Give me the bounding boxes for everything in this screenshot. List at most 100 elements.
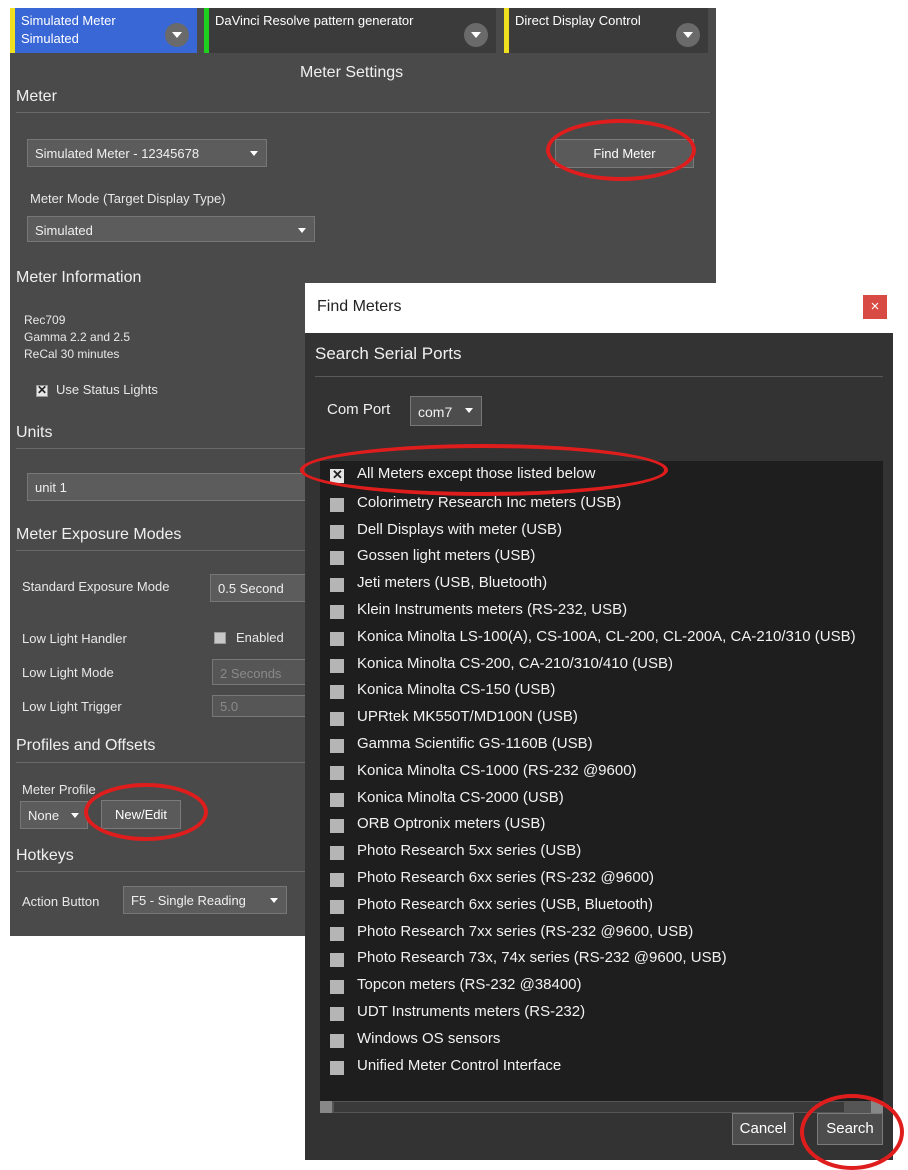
- chevron-down-icon: [465, 408, 473, 413]
- meter-checkbox[interactable]: [330, 953, 344, 968]
- dialog-title: Find Meters: [317, 298, 402, 315]
- meter-select[interactable]: Simulated Meter - 12345678: [27, 139, 267, 167]
- meter-type-list[interactable]: All Meters except those listed below Colo…: [320, 461, 883, 1101]
- meter-label: Konica Minolta CS-150 (USB): [357, 681, 556, 699]
- close-icon[interactable]: ×: [863, 295, 887, 319]
- meter-label: Photo Research 6xx series (RS-232 @9600): [357, 869, 655, 886]
- meter-checkbox[interactable]: [330, 551, 344, 566]
- meter-checkbox[interactable]: [330, 765, 344, 780]
- page-title: Meter Settings: [300, 64, 404, 81]
- find-meter-button[interactable]: Find Meter: [555, 139, 694, 168]
- tab-label: Direct Display Control: [515, 13, 641, 28]
- low-light-trigger-input[interactable]: 5.0: [212, 695, 306, 717]
- meter-label: Dell Displays with meter (USB): [357, 520, 563, 538]
- scroll-left-arrow-icon[interactable]: [320, 1101, 332, 1113]
- meter-checkbox[interactable]: [330, 899, 344, 914]
- meter-label: All Meters except those listed below: [357, 465, 596, 482]
- meter-checkbox[interactable]: [330, 1007, 344, 1021]
- meter-label: ORB Optronix meters (USB): [357, 815, 546, 833]
- low-light-trigger-label: Low Light Trigger: [22, 699, 122, 714]
- divider: [16, 762, 306, 763]
- chevron-down-icon: [270, 898, 278, 903]
- meter-checkbox[interactable]: [330, 524, 344, 539]
- divider: [16, 112, 710, 113]
- meter-mode-label: Meter Mode (Target Display Type): [30, 191, 226, 206]
- chevron-down-icon[interactable]: [464, 23, 488, 47]
- meter-checkbox[interactable]: [330, 631, 344, 646]
- tab-label: Simulated Meter Simulated: [21, 13, 116, 46]
- unit-select[interactable]: unit 1: [27, 473, 307, 501]
- meter-label: Photo Research 7xx series (RS-232 @9600,…: [357, 922, 694, 940]
- meter-label: Konica Minolta CS-200, CA-210/310/410 (U…: [357, 654, 673, 672]
- section-hotkeys: Hotkeys: [16, 847, 74, 864]
- meter-checkbox[interactable]: [330, 467, 344, 483]
- meter-checkbox[interactable]: [330, 739, 344, 753]
- meter-label: Photo Research 6xx series (USB, Bluetoot…: [357, 895, 653, 913]
- tab-label: DaVinci Resolve pattern generator: [215, 13, 414, 28]
- info-line: Rec709: [24, 313, 66, 327]
- meter-checkbox[interactable]: [330, 605, 344, 619]
- tab-davinci-resolve[interactable]: DaVinci Resolve pattern generator: [204, 8, 496, 53]
- meter-checkbox[interactable]: [330, 792, 344, 807]
- chevron-down-icon[interactable]: [676, 23, 700, 47]
- low-light-mode-label: Low Light Mode: [22, 665, 114, 680]
- status-lights-label: Use Status Lights: [56, 382, 158, 397]
- section-meter-information: Meter Information: [16, 269, 142, 286]
- enabled-label: Enabled: [236, 630, 284, 645]
- info-line: ReCal 30 minutes: [24, 347, 120, 361]
- scroll-right-arrow-icon[interactable]: [871, 1101, 883, 1113]
- find-meters-dialog: Find Meters × Search Serial Ports Com Po…: [305, 283, 893, 1160]
- tab-simulated-meter[interactable]: Simulated Meter Simulated: [10, 8, 197, 53]
- meter-label: UPRtek MK550T/MD100N (USB): [357, 708, 578, 726]
- action-button-label: Action Button: [22, 894, 100, 909]
- meter-label: Klein Instruments meters (RS-232, USB): [357, 601, 628, 618]
- meter-checkbox[interactable]: [330, 980, 344, 995]
- cancel-button[interactable]: Cancel: [732, 1113, 794, 1145]
- section-units: Units: [16, 424, 53, 441]
- meter-label: Konica Minolta CS-2000 (USB): [357, 788, 564, 806]
- action-button-select[interactable]: F5 - Single Reading: [123, 886, 287, 914]
- com-port-select[interactable]: com7: [410, 396, 482, 426]
- enabled-checkbox[interactable]: [214, 632, 226, 644]
- tab-direct-display-control[interactable]: Direct Display Control: [504, 8, 708, 53]
- meter-checkbox[interactable]: [330, 578, 344, 593]
- meter-checkbox[interactable]: [330, 685, 344, 700]
- meter-checkbox[interactable]: [330, 712, 344, 727]
- std-exposure-select[interactable]: 0.5 Second: [210, 574, 306, 602]
- info-line: Gamma 2.2 and 2.5: [24, 330, 131, 344]
- chevron-down-icon: [298, 228, 306, 233]
- scrollbar-thumb[interactable]: [334, 1102, 844, 1112]
- meter-label: Colorimetry Research Inc meters (USB): [357, 493, 622, 511]
- chevron-down-icon[interactable]: [165, 23, 189, 47]
- meter-label: Windows OS sensors: [357, 1029, 501, 1047]
- meter-checkbox[interactable]: [330, 1033, 344, 1048]
- divider: [315, 376, 883, 377]
- meter-label: UDT Instruments meters (RS-232): [357, 1003, 586, 1020]
- meter-checkbox[interactable]: [330, 497, 344, 512]
- status-lights-checkbox[interactable]: [36, 383, 48, 397]
- meter-profile-label: Meter Profile: [22, 782, 96, 797]
- meter-checkbox[interactable]: [330, 1060, 344, 1075]
- chevron-down-icon: [71, 813, 79, 818]
- meter-label: Unified Meter Control Interface: [357, 1056, 562, 1074]
- meter-checkbox[interactable]: [330, 819, 344, 834]
- profile-select[interactable]: None: [20, 801, 88, 829]
- divider: [16, 550, 306, 551]
- divider: [16, 871, 306, 872]
- meter-label: Topcon meters (RS-232 @38400): [357, 976, 582, 994]
- meter-checkbox[interactable]: [330, 926, 344, 941]
- meter-mode-select[interactable]: Simulated: [27, 216, 315, 242]
- divider: [16, 448, 306, 449]
- com-port-label: Com Port: [327, 401, 391, 418]
- section-exposure-modes: Meter Exposure Modes: [16, 526, 182, 543]
- new-edit-button[interactable]: New/Edit: [101, 800, 181, 829]
- horizontal-scrollbar[interactable]: [320, 1101, 883, 1113]
- low-light-handler-label: Low Light Handler: [22, 631, 127, 646]
- std-exposure-label: Standard Exposure Mode: [22, 579, 170, 594]
- meter-checkbox[interactable]: [330, 846, 344, 861]
- meter-label: Konica Minolta CS-1000 (RS-232 @9600): [357, 761, 637, 779]
- meter-checkbox[interactable]: [330, 873, 344, 887]
- search-button[interactable]: Search: [817, 1113, 883, 1145]
- meter-checkbox[interactable]: [330, 658, 344, 673]
- low-light-mode-select[interactable]: 2 Seconds: [212, 659, 306, 685]
